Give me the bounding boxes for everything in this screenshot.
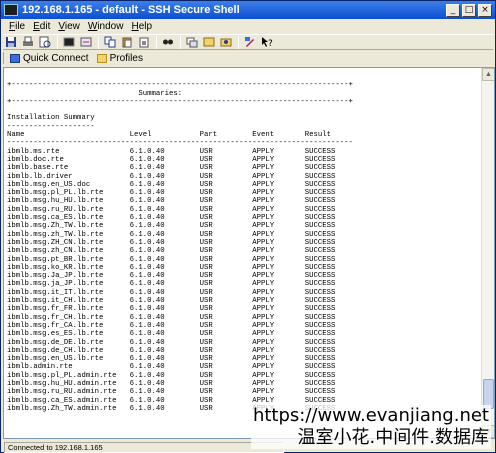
terminal-line: ibmlb.msg.en_US.lb.rte 6.1.0.40 USR APPL… bbox=[7, 355, 336, 364]
settings-icon[interactable] bbox=[201, 35, 216, 49]
quick-connect-bar: Quick Connect Profiles bbox=[3, 51, 493, 65]
profile-icon[interactable] bbox=[218, 35, 233, 49]
terminal-line: Name Level Part Event Result bbox=[7, 131, 332, 140]
terminal-line: -------------------- bbox=[7, 122, 95, 131]
status-text: Connected to 192.168.1.165 bbox=[4, 441, 284, 453]
profiles-button[interactable]: Profiles bbox=[96, 52, 143, 64]
terminal-line: ibmlb.msg.fr_FR.lb.rte 6.1.0.40 USR APPL… bbox=[7, 305, 336, 314]
toolbar-separator bbox=[238, 35, 239, 49]
copy-icon[interactable] bbox=[102, 35, 117, 49]
terminal-output[interactable]: +---------------------------------------… bbox=[7, 73, 353, 413]
menu-bar: File Edit View Window Help bbox=[1, 19, 495, 33]
terminal-line: ibmlb.ms.rte 6.1.0.40 USR APPLY SUCCESS bbox=[7, 147, 336, 156]
print-icon[interactable] bbox=[20, 35, 35, 49]
terminal-line: ibmlb.msg.ru_RU.lb.rte 6.1.0.40 USR APPL… bbox=[7, 205, 336, 214]
terminal-line: ibmlb.msg.fr_CA.lb.rte 6.1.0.40 USR APPL… bbox=[7, 321, 336, 330]
terminal-line: ibmlb.msg.ca_ES.lb.rte 6.1.0.40 USR APPL… bbox=[7, 214, 336, 223]
terminal-line: ibmlb.msg.de_CH.lb.rte 6.1.0.40 USR APPL… bbox=[7, 346, 336, 355]
terminal-line: ibmlb.admin.rte 6.1.0.40 USR APPLY SUCCE… bbox=[7, 363, 336, 372]
quick-connect-label: Quick Connect bbox=[23, 52, 89, 64]
print-preview-icon[interactable] bbox=[37, 35, 52, 49]
terminal-line: ----------------------------------------… bbox=[7, 139, 353, 148]
new-file-transfer-icon[interactable] bbox=[78, 35, 93, 49]
menu-help[interactable]: Help bbox=[131, 21, 152, 32]
terminal-line: ibmlb.msg.Zh_TW.lb.rte 6.1.0.40 USR APPL… bbox=[7, 222, 336, 231]
window-title: 192.168.1.165 - default - SSH Secure She… bbox=[22, 4, 240, 16]
paste-special-icon[interactable] bbox=[136, 35, 151, 49]
sftp-icon[interactable] bbox=[184, 35, 199, 49]
close-button[interactable]: × bbox=[478, 3, 492, 17]
vertical-scrollbar[interactable]: ▲ ▼ bbox=[481, 68, 494, 438]
terminal-line: ibmlb.base.rte 6.1.0.40 USR APPLY SUCCES… bbox=[7, 164, 336, 173]
menu-edit[interactable]: Edit bbox=[33, 21, 50, 32]
menu-file[interactable]: File bbox=[9, 21, 25, 32]
minimize-button[interactable]: _ bbox=[446, 3, 460, 17]
maximize-icon: □ bbox=[464, 4, 474, 15]
terminal-line: ibmlb.msg.ja_JP.lb.rte 6.1.0.40 USR APPL… bbox=[7, 280, 336, 289]
terminal-line: ibmlb.msg.pl_PL.lb.rte 6.1.0.40 USR APPL… bbox=[7, 189, 336, 198]
terminal-pane[interactable]: +---------------------------------------… bbox=[3, 67, 495, 439]
ssh-client-window: 192.168.1.165 - default - SSH Secure She… bbox=[0, 0, 496, 453]
terminal-line: Summaries: bbox=[7, 89, 183, 98]
terminal-line: ibmlb.msg.ca_ES.admin.rte 6.1.0.40 USR A… bbox=[7, 396, 336, 405]
terminal-line: ibmlb.msg.pt_BR.lb.rte 6.1.0.40 USR APPL… bbox=[7, 255, 336, 264]
terminal-line: ibmlb.msg.es_ES.lb.rte 6.1.0.40 USR APPL… bbox=[7, 330, 336, 339]
find-icon[interactable] bbox=[160, 35, 175, 49]
terminal-line: ibmlb.msg.de_DE.lb.rte 6.1.0.40 USR APPL… bbox=[7, 338, 336, 347]
terminal-line: ibmlb.msg.it_IT.lb.rte 6.1.0.40 USR APPL… bbox=[7, 288, 336, 297]
minimize-icon: _ bbox=[450, 4, 456, 15]
terminal-line: ibmlb.msg.hu_HU.admin.rte 6.1.0.40 USR A… bbox=[7, 379, 336, 388]
scroll-up-icon[interactable]: ▲ bbox=[482, 68, 494, 81]
terminal-line: ibmlb.msg.pl_PL.admin.rte 6.1.0.40 USR A… bbox=[7, 371, 336, 380]
paste-icon[interactable] bbox=[119, 35, 134, 49]
maximize-button[interactable]: □ bbox=[462, 3, 476, 17]
quick-connect-icon bbox=[10, 53, 20, 63]
terminal-line: ibmlb.msg.it_CH.lb.rte 6.1.0.40 USR APPL… bbox=[7, 297, 336, 306]
help-context-icon[interactable]: ? bbox=[259, 35, 274, 49]
watermark: https://www.evanjiang.net 温室小花.中间件.数据库 bbox=[250, 405, 491, 449]
profiles-label: Profiles bbox=[109, 52, 143, 64]
terminal-line: ibmlb.msg.zh_CN.lb.rte 6.1.0.40 USR APPL… bbox=[7, 247, 336, 256]
svg-text:?: ? bbox=[268, 39, 273, 48]
toolbar-separator bbox=[98, 35, 99, 49]
settings-edit-icon[interactable] bbox=[242, 35, 257, 49]
terminal-line: ibmlb.msg.en_US.doc 6.1.0.40 USR APPLY S… bbox=[7, 180, 336, 189]
toolbar-separator bbox=[57, 35, 58, 49]
close-icon: × bbox=[481, 4, 489, 15]
terminal-line: ibmlb.msg.hu_HU.lb.rte 6.1.0.40 USR APPL… bbox=[7, 197, 336, 206]
watermark-url: https://www.evanjiang.net bbox=[252, 405, 489, 426]
menu-window[interactable]: Window bbox=[88, 21, 124, 32]
terminal-line: +---------------------------------------… bbox=[7, 81, 353, 90]
terminal-line: ibmlb.msg.ru_RU.admin.rte 6.1.0.40 USR A… bbox=[7, 388, 336, 397]
terminal-line: ibmlb.msg.fr_CH.lb.rte 6.1.0.40 USR APPL… bbox=[7, 313, 336, 322]
toolbar-separator bbox=[156, 35, 157, 49]
watermark-cn: 温室小花.中间件.数据库 bbox=[297, 427, 489, 448]
terminal-app-icon bbox=[4, 4, 18, 16]
terminal-line: ibmlb.msg.Ja_JP.lb.rte 6.1.0.40 USR APPL… bbox=[7, 272, 336, 281]
terminal-line: ibmlb.msg.zh_TW.lb.rte 6.1.0.40 USR APPL… bbox=[7, 230, 336, 239]
terminal-line: +---------------------------------------… bbox=[7, 97, 353, 106]
folder-icon bbox=[96, 53, 107, 63]
terminal-line: ibmlb.lb.driver 6.1.0.40 USR APPLY SUCCE… bbox=[7, 172, 336, 181]
terminal-line: ibmlb.doc.rte 6.1.0.40 USR APPLY SUCCESS bbox=[7, 155, 336, 164]
scroll-track[interactable] bbox=[482, 81, 494, 425]
toolbar: ? bbox=[3, 34, 493, 50]
terminal-line: ibmlb.msg.ko_KR.lb.rte 6.1.0.40 USR APPL… bbox=[7, 263, 336, 272]
quick-connect-button[interactable]: Quick Connect bbox=[10, 53, 89, 64]
new-terminal-icon[interactable] bbox=[61, 35, 76, 49]
menu-view[interactable]: View bbox=[58, 21, 80, 32]
quickbar-grip bbox=[3, 52, 4, 64]
toolbar-separator bbox=[180, 35, 181, 49]
terminal-line: Installation Summary bbox=[7, 114, 95, 123]
terminal-line: ibmlb.msg.ZH_CN.lb.rte 6.1.0.40 USR APPL… bbox=[7, 238, 336, 247]
save-icon[interactable] bbox=[3, 35, 18, 49]
title-bar[interactable]: 192.168.1.165 - default - SSH Secure She… bbox=[1, 1, 495, 19]
